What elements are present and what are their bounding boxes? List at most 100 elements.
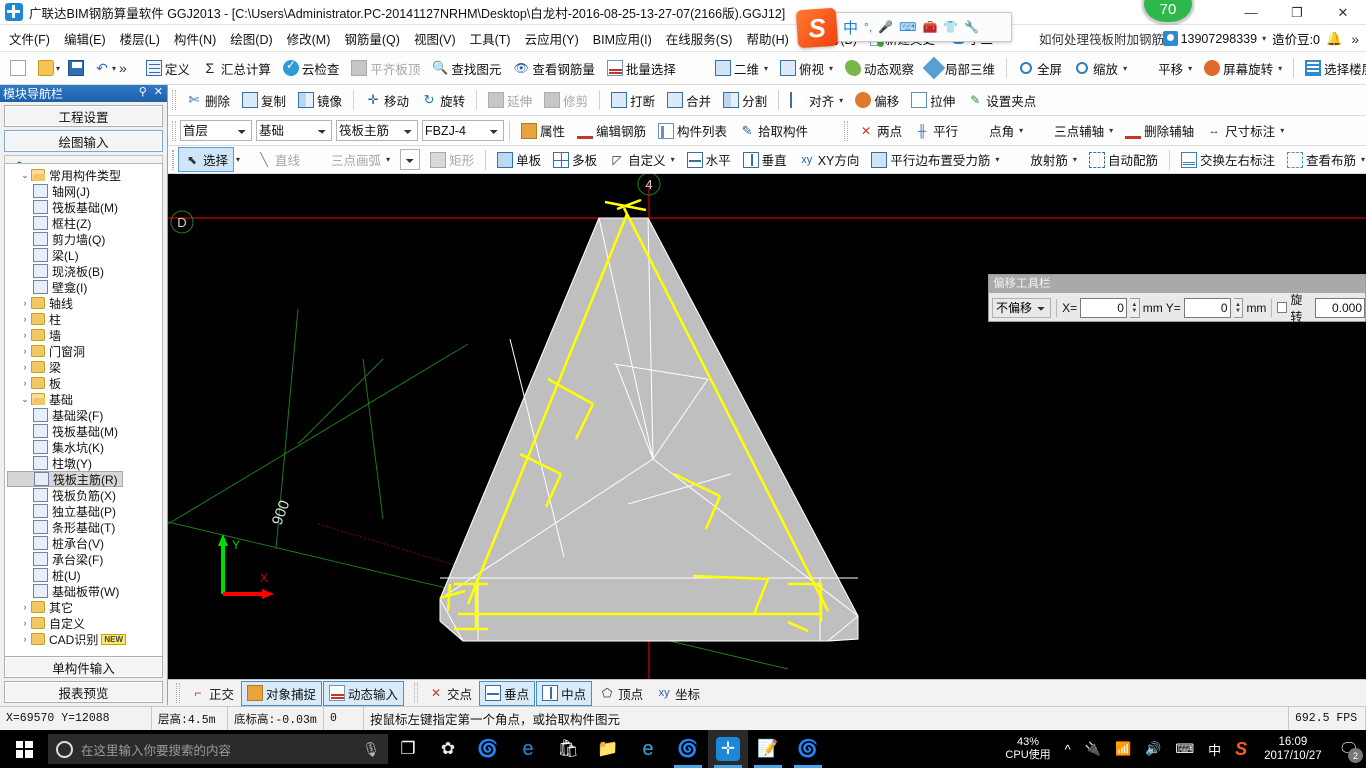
news-link[interactable]: 如何处理筏板附加钢筋.. — [1039, 29, 1171, 48]
menu-item-10[interactable]: BIM应用(I) — [586, 26, 659, 51]
edit-btn-delete[interactable]: ✄ 删除 — [180, 88, 236, 113]
edit-btn-copy[interactable]: 复制 — [236, 88, 292, 113]
chevron-down-icon[interactable]: ▾ — [56, 64, 60, 73]
snap-perpendicular[interactable]: 垂点 — [479, 680, 536, 706]
tree-item-29[interactable]: › CAD识别 NEW — [7, 631, 162, 647]
taskbar-ggj-app-icon[interactable]: ✛ — [708, 730, 748, 768]
component-tree[interactable]: ⌄ 常用构件类型 轴网(J) 筏板基础(M) 框柱(Z) 剪力墙(Q) 梁(L) 现浇板(B)… — [4, 163, 163, 657]
view-btn-pan[interactable]: 平移 ▾ — [1133, 56, 1198, 81]
draw-btn-single-slab[interactable]: 单板 — [491, 147, 547, 172]
menu-item-1[interactable]: 编辑(E) — [57, 26, 113, 51]
edit-btn-merge[interactable]: 合并 — [661, 88, 717, 113]
ime-toolbox-icon[interactable]: 🧰 — [922, 20, 937, 34]
chevron-right-icon[interactable]: › — [19, 314, 31, 324]
axis-btn-two-point[interactable]: ✕ 两点 — [852, 118, 908, 143]
chevron-up-icon[interactable]: ^ — [1058, 730, 1078, 768]
close-icon[interactable]: ✕ — [154, 85, 163, 98]
tree-item-11[interactable]: › 门窗洞 — [7, 343, 162, 359]
toolbar-grip[interactable] — [172, 90, 176, 110]
component-btn-pick-component[interactable]: ✎ 拾取构件 — [733, 118, 814, 143]
menu-item-3[interactable]: 构件(N) — [167, 26, 223, 51]
taskbar-app-spiral-icon[interactable]: 🌀 — [468, 730, 508, 768]
taskbar-edge-icon[interactable]: e — [508, 730, 548, 768]
undo-icon[interactable]: ↶ — [94, 60, 110, 76]
draw-btn-radial-rebar[interactable]: 放射筋 ▾ — [1005, 147, 1083, 172]
snap-object-snap[interactable]: 对象捕捉 — [241, 680, 323, 706]
taskbar-browser-pink-icon[interactable]: 🌀 — [668, 730, 708, 768]
microphone-icon[interactable]: 🎙 — [362, 741, 380, 758]
edit-btn-split[interactable]: 分割 — [717, 88, 773, 113]
pin-icon[interactable]: ⚲ — [139, 85, 147, 98]
edit-btn-move[interactable]: ✛ 移动 — [359, 88, 415, 113]
tree-item-27[interactable]: › 其它 — [7, 599, 162, 615]
tree-item-17[interactable]: 集水坑(K) — [7, 439, 162, 455]
tree-item-2[interactable]: 筏板基础(M) — [7, 199, 162, 215]
chevron-down-icon[interactable]: ▾ — [839, 96, 843, 105]
snap-coordinate[interactable]: xy 坐标 — [650, 681, 706, 706]
maximize-button[interactable]: ❐ — [1274, 0, 1320, 25]
edit-btn-rotate[interactable]: ↻ 旋转 — [415, 88, 471, 113]
tree-item-4[interactable]: 剪力墙(Q) — [7, 231, 162, 247]
offset-toolbar[interactable]: 偏移工具栏 不偏移 X= 0 ▲ ▼ mm Y= 0 ▲ ▼ mm 旋转 0.000 — [988, 274, 1366, 324]
component-type-select[interactable]: 筏板主筋 — [336, 120, 418, 141]
taskbar-explorer-icon[interactable]: 📁 — [588, 730, 628, 768]
tree-item-26[interactable]: 基础板带(W) — [7, 583, 162, 599]
offset-y-stepper[interactable]: ▲ ▼ — [1233, 297, 1244, 318]
ime-wrench-icon[interactable]: 🔧 — [964, 20, 979, 34]
start-button[interactable] — [0, 730, 48, 768]
menu-item-11[interactable]: 在线服务(S) — [659, 26, 740, 51]
snap-midpoint[interactable]: 中点 — [536, 680, 593, 706]
toolbar-btn-sigma[interactable]: Σ 汇总计算 — [196, 56, 277, 81]
snap-vertex[interactable]: ⬠ 顶点 — [593, 681, 649, 706]
menu-item-2[interactable]: 楼层(L) — [113, 26, 167, 51]
tree-item-8[interactable]: › 轴线 — [7, 295, 162, 311]
chevron-down-icon[interactable]: ▾ — [1019, 126, 1023, 135]
menu-item-7[interactable]: 视图(V) — [407, 26, 463, 51]
tree-item-13[interactable]: › 板 — [7, 375, 162, 391]
chevron-right-icon[interactable]: › — [19, 634, 31, 644]
tree-item-7[interactable]: 壁龛(I) — [7, 279, 162, 295]
sidebar-button-project-settings[interactable]: 工程设置 — [4, 105, 163, 127]
sidebar-button-drawing-input[interactable]: 绘图输入 — [4, 130, 163, 152]
toolbar-grip[interactable] — [176, 683, 180, 703]
chevron-down-icon[interactable]: ⌄ — [19, 170, 31, 181]
chevron-down-icon[interactable]: ▾ — [829, 64, 833, 73]
menu-overflow-button[interactable]: » — [1348, 31, 1362, 47]
volume-icon[interactable]: 🔊 — [1138, 730, 1168, 768]
menu-item-4[interactable]: 绘图(D) — [223, 26, 279, 51]
chevron-down-icon[interactable]: ▾ — [671, 155, 675, 164]
tree-item-12[interactable]: › 梁 — [7, 359, 162, 375]
floor-select[interactable]: 首层 — [180, 120, 252, 141]
component-btn-component-list[interactable]: 构件列表 — [652, 118, 733, 143]
sogou-logo-icon[interactable]: S — [795, 7, 839, 49]
ime-mic-icon[interactable]: 🎤 — [878, 20, 893, 34]
chevron-right-icon[interactable]: › — [19, 378, 31, 388]
taskbar-browser-blue-icon[interactable]: 🌀 — [788, 730, 828, 768]
axis-btn-parallel[interactable]: ╫ 平行 — [908, 118, 964, 143]
taskbar-app-fan-icon[interactable]: ✿ — [428, 730, 468, 768]
action-center-button[interactable]: 🗨 2 — [1332, 730, 1366, 768]
chevron-down-icon[interactable]: ▾ — [764, 64, 768, 73]
draw-btn-swap-annotation[interactable]: 交换左右标注 — [1175, 147, 1281, 172]
axis-btn-dimension[interactable]: ↔ 尺寸标注 ▾ — [1200, 118, 1290, 143]
taskbar-search-box[interactable]: 在这里输入你要搜索的内容 🎙 — [48, 734, 388, 764]
component-name-select[interactable]: FBZJ-4 — [422, 120, 504, 141]
ime-punctuation-icon[interactable]: °, — [864, 20, 872, 34]
new-file-icon[interactable] — [10, 60, 26, 76]
edit-btn-offset[interactable]: 偏移 — [849, 88, 905, 113]
view-btn-select-floor[interactable]: 选择楼层 — [1299, 56, 1366, 81]
taskbar-store-icon[interactable]: 🛍 — [548, 730, 588, 768]
account-button[interactable]: 13907298339 ▾ — [1162, 31, 1266, 46]
tree-item-23[interactable]: 桩承台(V) — [7, 535, 162, 551]
chevron-right-icon[interactable]: › — [19, 602, 31, 612]
view-btn-local-3d[interactable]: 局部三维 — [920, 56, 1001, 81]
offset-x-stepper[interactable]: ▲ ▼ — [1129, 297, 1140, 318]
sidebar-button-report-preview[interactable]: 报表预览 — [4, 681, 163, 703]
toolbar-btn-define[interactable]: 定义 — [140, 56, 196, 81]
tree-item-18[interactable]: 柱墩(Y) — [7, 455, 162, 471]
chevron-down-icon[interactable]: ▾ — [1280, 126, 1284, 135]
axis-btn-point-angle[interactable]: 点角 ▾ — [964, 118, 1029, 143]
chevron-down-icon[interactable]: ▾ — [1073, 155, 1077, 164]
chevron-right-icon[interactable]: › — [19, 330, 31, 340]
ime-toolbar[interactable]: S 中 °, 🎤 ⌨ 🧰 👕 🔧 — [795, 7, 1012, 49]
